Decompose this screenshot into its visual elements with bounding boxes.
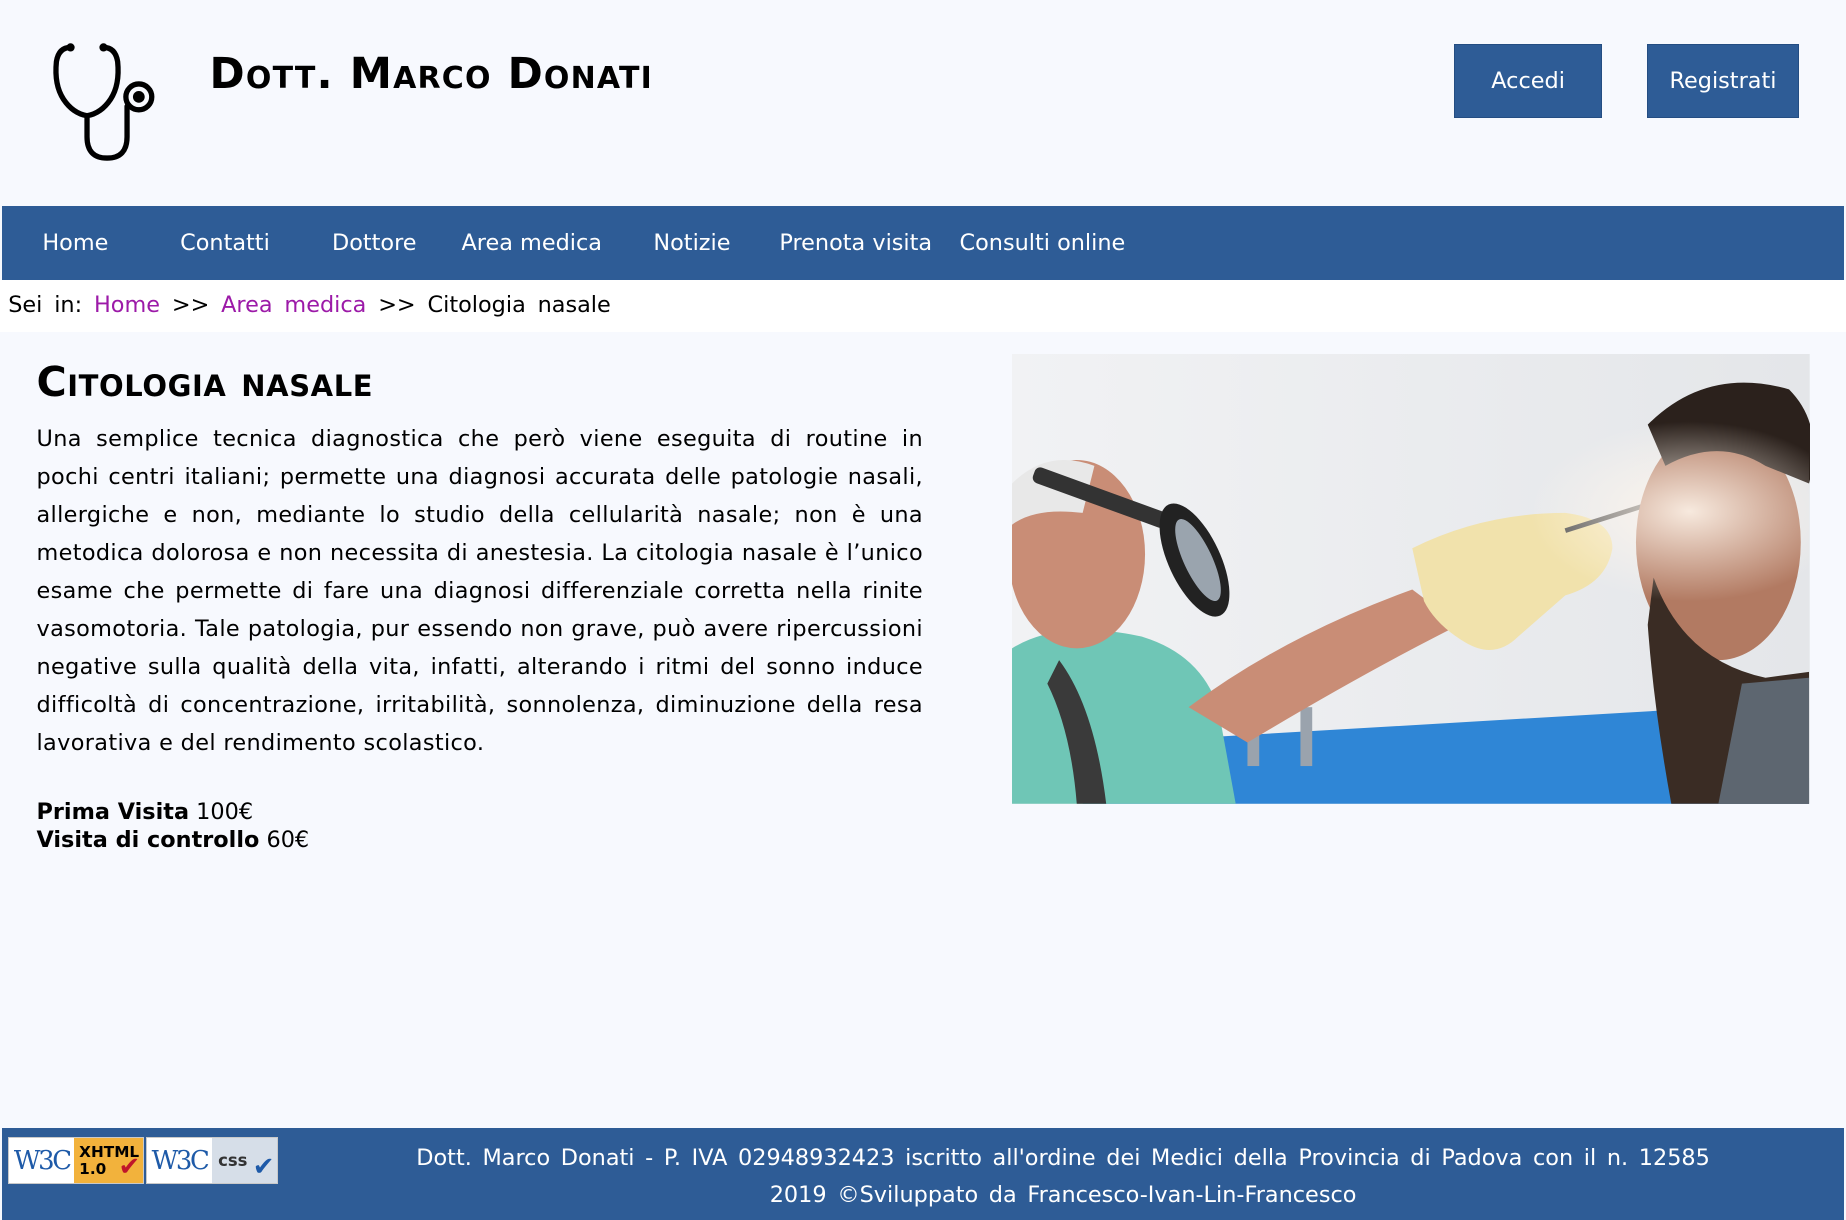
main-nav: Home Contatti Dottore Area medica Notizi… (2, 206, 1844, 281)
breadcrumb-link-home[interactable]: Home (94, 292, 160, 318)
footer-text: Dott. Marco Donati - P. IVA 02948932423 … (283, 1140, 1844, 1215)
stethoscope-icon[interactable] (47, 38, 165, 168)
nasal-exam-photo (1012, 354, 1810, 805)
xhtml-label-box: XHTML 1.0 ✔ (74, 1138, 143, 1184)
breadcrumb-separator: >> (171, 292, 210, 319)
w3c-logo: W3C (151, 1145, 210, 1176)
footer-line-credits: 2019 ©Sviluppato da Francesco-Ivan-Lin-F… (769, 1182, 1357, 1209)
price-list: Prima Visita 100€ Visita di controllo 60… (36, 798, 923, 855)
badge-label: css (218, 1151, 248, 1171)
nav-item-consulti-online[interactable]: Consulti online (959, 206, 1125, 280)
site-header: Dott. Marco Donati Accedi Registrati (0, 0, 1846, 206)
breadcrumb-link-area-medica[interactable]: Area medica (221, 292, 366, 318)
price-label: Prima Visita (36, 798, 190, 825)
nav-item-contatti[interactable]: Contatti (180, 206, 270, 280)
nav-item-area-medica[interactable]: Area medica (461, 206, 602, 280)
nav-item-notizie[interactable]: Notizie (653, 206, 730, 280)
footer-line-legal: Dott. Marco Donati - P. IVA 02948932423 … (416, 1144, 1710, 1171)
w3c-css-badge[interactable]: W3C css ✔ (145, 1137, 278, 1185)
checkmark-icon: ✔ (252, 1151, 275, 1182)
breadcrumb: Sei in: Home >> Area medica >> Citologia… (0, 280, 1846, 332)
price-value: 60€ (266, 827, 310, 854)
nav-item-prenota-visita[interactable]: Prenota visita (779, 206, 932, 280)
main-content: Citologia nasale Una semplice tecnica di… (36, 353, 923, 854)
site-footer: W3C XHTML 1.0 ✔ W3C css ✔ Dott. Marco Do… (2, 1127, 1844, 1220)
checkmark-icon: ✔ (118, 1151, 141, 1182)
price-label: Visita di controllo (36, 827, 260, 854)
intro-paragraph: Una semplice tecnica diagnostica che per… (36, 426, 923, 756)
login-button[interactable]: Accedi (1453, 43, 1603, 118)
price-value: 100€ (196, 798, 254, 825)
page-title: Citologia nasale (36, 358, 374, 407)
price-item: Prima Visita 100€ (36, 798, 923, 826)
breadcrumb-current: Citologia nasale (427, 292, 611, 319)
w3c-logo: W3C (13, 1145, 72, 1176)
nav-item-dottore[interactable]: Dottore (332, 206, 417, 280)
breadcrumb-prefix: Sei in: (8, 292, 83, 319)
register-button[interactable]: Registrati (1647, 43, 1799, 118)
w3c-xhtml-badge[interactable]: W3C XHTML 1.0 ✔ (8, 1137, 144, 1185)
css-label-box: css ✔ (212, 1138, 277, 1184)
breadcrumb-separator: >> (378, 292, 416, 319)
nav-item-home[interactable]: Home (42, 206, 108, 280)
site-title: Dott. Marco Donati (209, 49, 653, 99)
price-item: Visita di controllo 60€ (36, 826, 923, 854)
